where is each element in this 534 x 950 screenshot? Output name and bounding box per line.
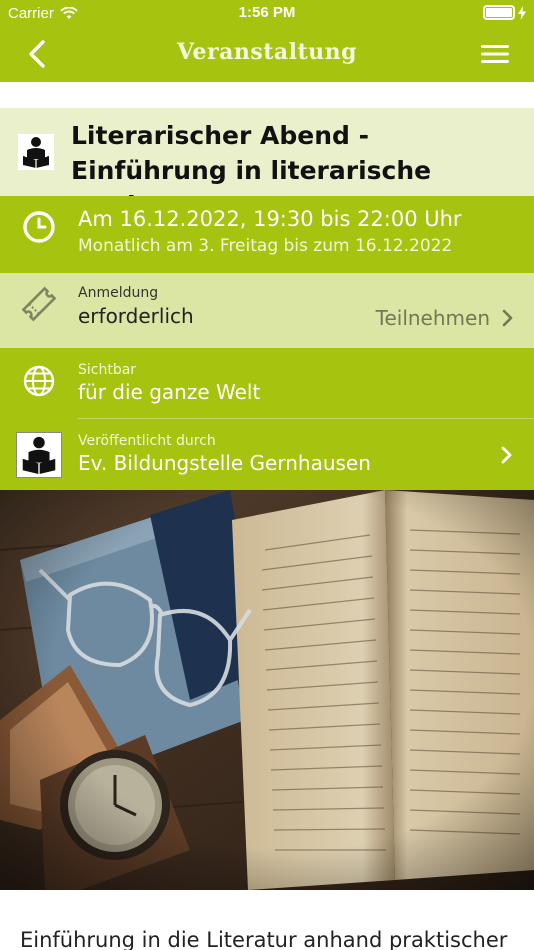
- publisher-label: Veröffentlicht durch: [78, 433, 216, 449]
- chevron-right-icon: [502, 309, 513, 327]
- reader-icon: [18, 134, 54, 170]
- event-photo: [0, 490, 534, 890]
- globe-icon: [23, 365, 55, 397]
- publisher-reader-icon[interactable]: [16, 432, 62, 478]
- visibility-value: für die ganze Welt: [78, 380, 261, 404]
- event-recurrence: Monatlich am 3. Freitag bis zum 16.12.20…: [78, 236, 453, 256]
- status-bar: Carrier 1:56 PM: [0, 0, 534, 26]
- event-description: Einführung in die Literatur anhand prakt…: [20, 928, 508, 950]
- chevron-right-icon[interactable]: [500, 445, 514, 465]
- publisher-link[interactable]: Ev. Bildungstelle Gernhausen: [78, 451, 371, 475]
- clock: 1:56 PM: [238, 4, 296, 21]
- registration-value: erforderlich: [78, 304, 194, 328]
- visibility-label: Sichtbar: [78, 362, 137, 378]
- join-button[interactable]: Teilnehmen: [376, 306, 514, 330]
- event-title-card: Literarischer Abend - Einführung in lite…: [0, 108, 534, 220]
- registration-row[interactable]: Anmeldung erforderlich Teilnehmen: [0, 273, 534, 348]
- event-date-row: Am 16.12.2022, 19:30 bis 22:00 Uhr Monat…: [0, 196, 534, 273]
- navigation-bar: Veranstaltung: [0, 26, 534, 82]
- ticket-icon: [21, 286, 57, 322]
- page-title: Veranstaltung: [176, 39, 358, 65]
- charging-bolt-icon: [518, 5, 526, 20]
- join-label: Teilnehmen: [375, 306, 490, 330]
- battery-icon: [483, 5, 515, 20]
- hamburger-menu-icon[interactable]: [480, 42, 510, 66]
- registration-label: Anmeldung: [78, 285, 159, 301]
- divider: [78, 418, 534, 419]
- event-date: Am 16.12.2022, 19:30 bis 22:00 Uhr: [78, 207, 462, 231]
- books-glasses-clock-image: [0, 490, 534, 890]
- clock-icon: [23, 211, 55, 243]
- battery-indicator: [483, 5, 526, 20]
- visibility-publisher-section: Sichtbar für die ganze Welt Veröffentlic…: [0, 348, 534, 490]
